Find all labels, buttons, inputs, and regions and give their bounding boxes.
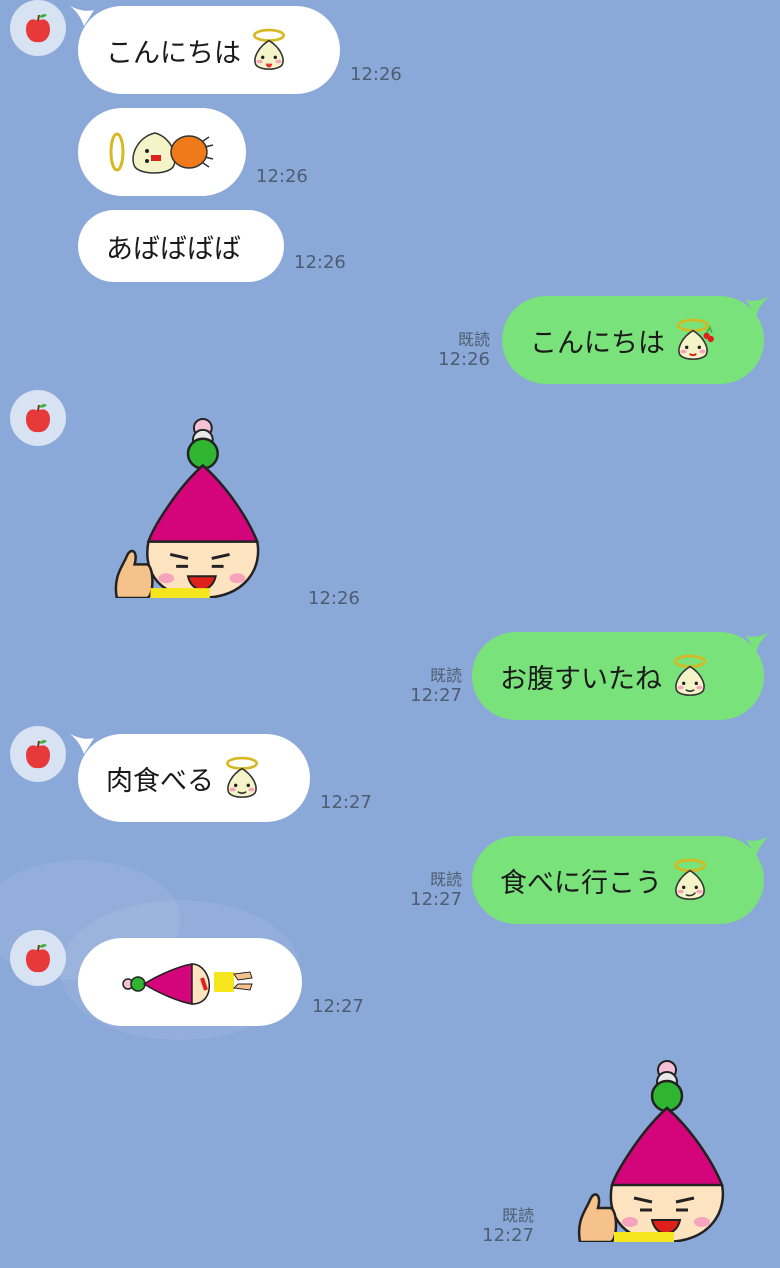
read-receipt: 既読 (501, 1206, 534, 1225)
message-time: 12:27 (320, 792, 372, 813)
message-bubble-outgoing[interactable]: 食べに行こう (472, 836, 764, 924)
message-text: こんにちは (530, 327, 665, 359)
contact-avatar[interactable] (10, 930, 66, 986)
bubble-tail (746, 836, 770, 856)
apple-icon (25, 943, 51, 974)
message-text: こんにちは (106, 37, 241, 69)
message-bubble-incoming[interactable] (78, 938, 302, 1026)
message-time: 12:26 (350, 64, 402, 85)
read-receipt: 既読 (429, 666, 462, 685)
message-text: 肉食べる (106, 765, 214, 797)
pink-hat-lying-sticker (122, 963, 253, 1005)
message-time: 12:27 (482, 1225, 534, 1247)
message-meta: 既読 12:27 (410, 666, 462, 707)
bubble-tail (746, 296, 770, 316)
message-text: お腹すいたね (500, 663, 662, 695)
message-text: あばばばば (106, 233, 241, 265)
message-time: 12:26 (308, 588, 360, 609)
pink-hat-thumbs-up-sticker[interactable] (108, 418, 268, 598)
message-time: 12:26 (294, 252, 346, 273)
angel-drool-emoji (674, 654, 706, 697)
angel-cherry-emoji (677, 318, 714, 361)
message-bubble-incoming[interactable]: 肉食べる (78, 734, 310, 822)
message-meta: 既読 12:27 (482, 1206, 534, 1247)
message-time: 12:27 (410, 889, 462, 911)
message-meta: 既読 12:27 (410, 870, 462, 911)
angel-tongue-emoji (253, 28, 285, 71)
message-bubble-incoming[interactable] (78, 108, 246, 196)
apple-icon (25, 403, 51, 434)
message-bubble-incoming[interactable]: こんにちは (78, 6, 340, 94)
message-bubble-incoming[interactable]: あばばばば (78, 210, 284, 282)
angel-chick-orange-sticker (109, 132, 214, 174)
message-bubble-outgoing[interactable]: こんにちは (502, 296, 764, 384)
message-time: 12:27 (410, 685, 462, 707)
contact-avatar[interactable] (10, 0, 66, 56)
contact-avatar[interactable] (10, 390, 66, 446)
contact-avatar[interactable] (10, 726, 66, 782)
read-receipt: 既読 (457, 330, 490, 349)
angel-drool-emoji (226, 756, 258, 799)
pink-hat-thumbs-up-sticker[interactable] (572, 1060, 732, 1242)
message-time: 12:26 (256, 166, 308, 187)
message-text: 食べに行こう (500, 867, 662, 899)
message-meta: 既読 12:26 (438, 330, 490, 371)
read-receipt: 既読 (429, 870, 462, 889)
apple-icon (25, 739, 51, 770)
message-bubble-outgoing[interactable]: お腹すいたね (472, 632, 764, 720)
angel-smirk-emoji (674, 858, 706, 901)
message-time: 12:26 (438, 349, 490, 371)
bubble-tail (746, 632, 770, 652)
message-time: 12:27 (312, 996, 364, 1017)
apple-icon (25, 13, 51, 44)
